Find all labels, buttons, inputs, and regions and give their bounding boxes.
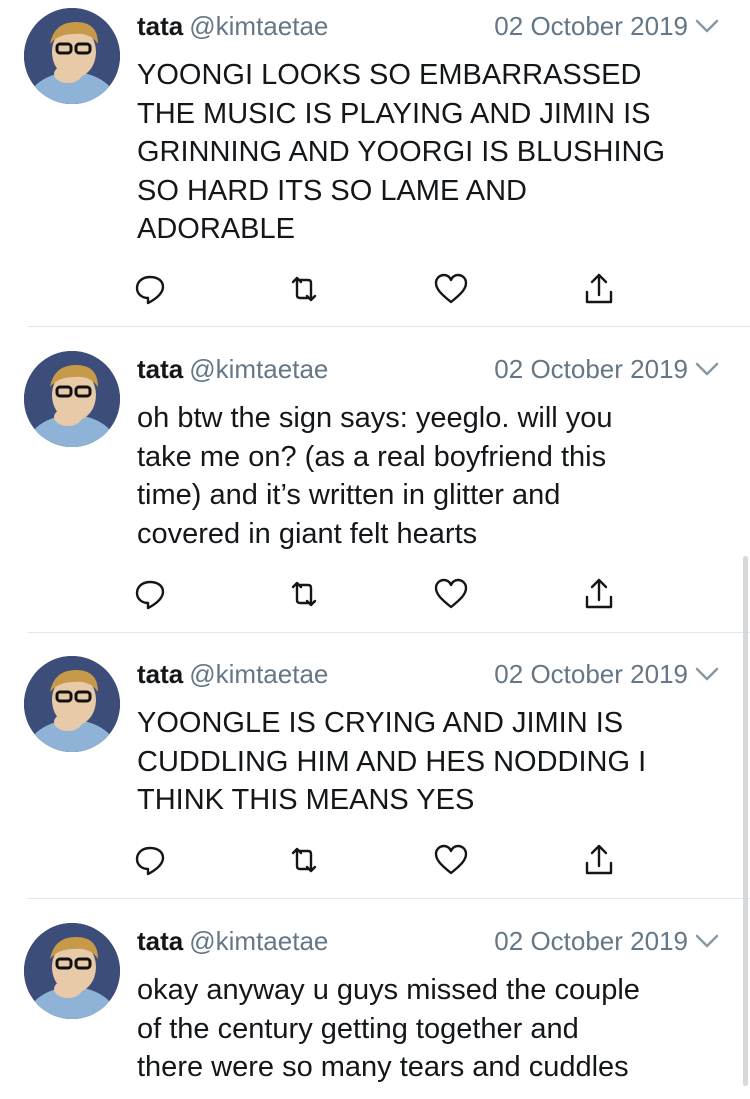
user-name[interactable]: tata (137, 926, 183, 956)
tweet-actions (0, 269, 750, 309)
avatar[interactable] (24, 351, 120, 447)
share-icon[interactable] (579, 269, 619, 309)
tweet-text: YOONGI LOOKS SO EMBARRASSED THE MUSIC IS… (137, 56, 727, 249)
tweet-text-line: YOONGLE IS CRYING AND JIMIN IS (137, 707, 624, 739)
tweet-text-line: of the century getting together and (137, 1012, 579, 1045)
tweet-actions (0, 840, 750, 880)
scrollbar[interactable] (743, 556, 748, 1086)
chevron-down-icon[interactable] (694, 351, 720, 387)
tweet-date: 02 October 2019 (494, 354, 688, 384)
reply-icon[interactable] (130, 269, 170, 309)
user-name[interactable]: tata (137, 354, 183, 384)
user-name[interactable]: tata (137, 11, 183, 41)
user-name[interactable]: tata (137, 659, 183, 689)
tweet-date: 02 October 2019 (494, 11, 688, 41)
retweet-icon[interactable] (284, 574, 324, 614)
tweet-text: okay anyway u guys missed the couple of … (137, 971, 727, 1087)
avatar[interactable] (24, 8, 120, 104)
tweet-divider (28, 898, 750, 899)
retweet-icon[interactable] (284, 840, 324, 880)
avatar[interactable] (24, 923, 120, 1019)
user-handle[interactable]: @kimtaetae (189, 926, 328, 956)
user-handle[interactable]: @kimtaetae (189, 659, 328, 689)
reply-icon[interactable] (130, 840, 170, 880)
tweet-text-line: SO HARD ITS SO LAME AND (137, 174, 527, 207)
tweet-header: tata @kimtaetae 02 October 2019 (137, 8, 750, 44)
retweet-icon[interactable] (284, 269, 324, 309)
tweet-text-line: THE MUSIC IS PLAYING AND JIMIN IS (137, 97, 651, 130)
share-icon[interactable] (579, 840, 619, 880)
user-handle[interactable]: @kimtaetae (189, 11, 328, 41)
tweet-text-line: YOONGI LOOKS SO EMBARRASSED (137, 59, 642, 91)
tweet-divider (28, 632, 750, 633)
share-icon[interactable] (579, 574, 619, 614)
tweet-text-line: THINK THIS MEANS YES (137, 784, 475, 816)
chevron-down-icon[interactable] (694, 8, 720, 44)
tweet-date: 02 October 2019 (494, 659, 688, 689)
avatar[interactable] (24, 656, 120, 752)
tweet-text-line: oh btw the sign says: yeeglo. will you (137, 402, 613, 434)
tweet-text-line: covered in giant felt hearts (137, 517, 478, 550)
tweet-header: tata @kimtaetae 02 October 2019 (137, 656, 750, 692)
tweet-text-line: GRINNING AND YOORGI IS BLUSHING (137, 136, 666, 168)
chevron-down-icon[interactable] (694, 923, 720, 959)
tweet-text-line: okay anyway u guys missed the couple (137, 974, 640, 1006)
tweet-header: tata @kimtaetae 02 October 2019 (137, 351, 750, 387)
heart-icon[interactable] (431, 840, 471, 880)
tweet-actions (0, 574, 750, 614)
tweet-text-line: there were so many tears and cuddles (137, 1051, 629, 1083)
tweet-text-line: ADORABLE (137, 213, 295, 245)
tweet-text-line: CUDDLING HIM AND HES NODDING I (137, 745, 647, 778)
tweet-divider (28, 326, 750, 327)
tweet-text-line: time) and it’s written in glitter and (137, 479, 561, 511)
tweet-text: oh btw the sign says: yeeglo. will you t… (137, 399, 727, 553)
tweet-date: 02 October 2019 (494, 926, 688, 956)
chevron-down-icon[interactable] (694, 656, 720, 692)
reply-icon[interactable] (130, 574, 170, 614)
heart-icon[interactable] (431, 574, 471, 614)
tweet-text-line: take me on? (as a real boyfriend this (137, 440, 607, 473)
user-handle[interactable]: @kimtaetae (189, 354, 328, 384)
heart-icon[interactable] (431, 269, 471, 309)
tweet-text: YOONGLE IS CRYING AND JIMIN IS CUDDLING … (137, 704, 727, 820)
tweet-header: tata @kimtaetae 02 October 2019 (137, 923, 750, 959)
